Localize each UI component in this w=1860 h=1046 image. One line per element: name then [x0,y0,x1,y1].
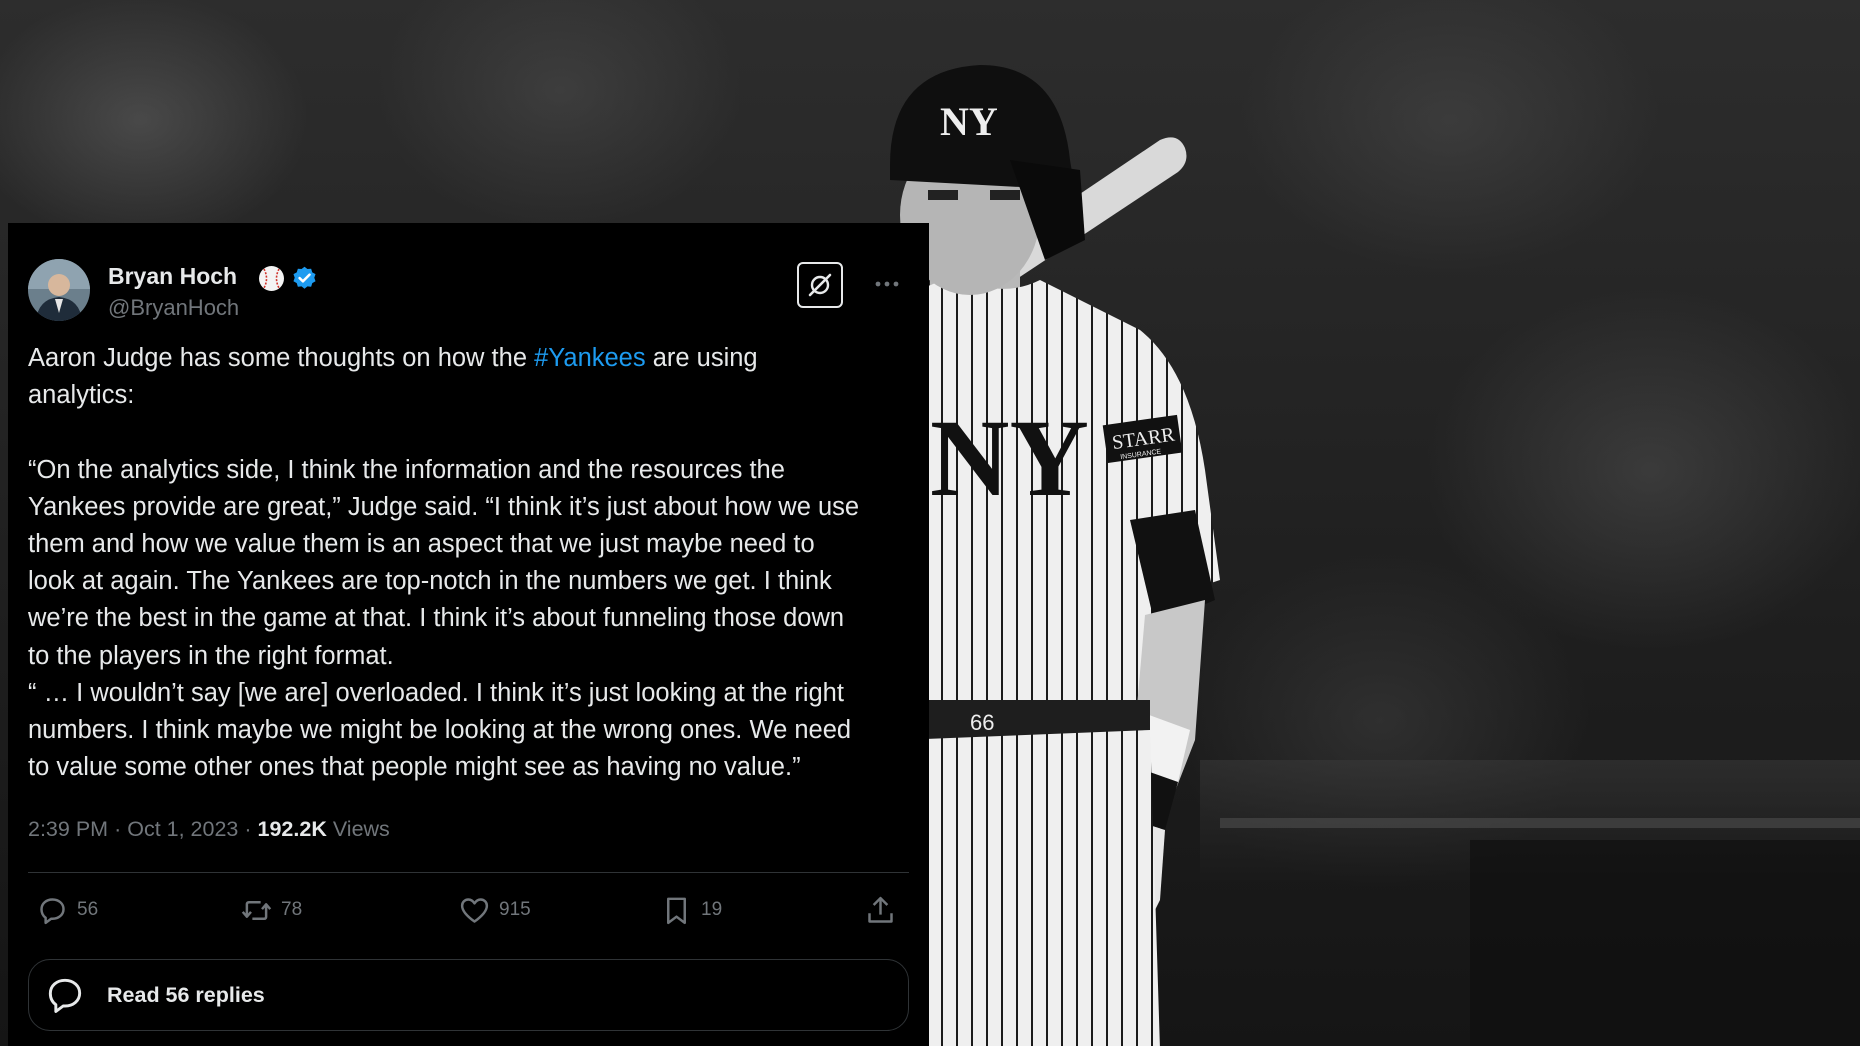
share-button[interactable] [864,891,905,929]
tweet-date[interactable]: Oct 1, 2023 [127,817,238,841]
share-icon [868,896,893,923]
tweet-card: Bryan Hoch @BryanHoch Aaron Judge has so… [8,223,929,1046]
author-handle[interactable]: @BryanHoch [108,295,239,321]
repost-count: 78 [281,899,303,920]
meta-separator: · [114,817,122,841]
repost-icon [241,900,272,920]
more-dots-icon [875,281,899,287]
belt-number-text: 66 [970,710,994,735]
tweet-text-intro: Aaron Judge has some thoughts on how the [28,344,535,372]
read-replies-button[interactable]: Read 56 replies [28,959,909,1031]
reply-button[interactable]: 56 [36,891,98,929]
meta-separator: · [244,817,252,841]
views-label[interactable]: Views [333,817,390,841]
background-rail [1220,818,1860,828]
bookmark-button[interactable]: 19 [660,891,722,929]
hashtag-link[interactable]: #Yankees [534,344,646,372]
grok-icon [808,273,832,297]
divider [28,872,909,873]
bookmark-icon [667,897,686,924]
tweet-actions: 56 78 915 19 [28,883,909,937]
verified-badge-icon [291,265,318,292]
svg-text:NY: NY [930,397,1089,519]
heart-icon [460,897,489,923]
tweet-meta: 2:39 PM · Oct 1, 2023 · 192.2K Views [28,817,390,842]
views-count[interactable]: 192.2K [258,817,327,841]
tweet-text-quote: “On the analytics side, I think the info… [28,455,860,782]
like-button[interactable]: 915 [458,891,531,929]
background-dugout [1470,840,1860,1046]
reply-count: 56 [77,899,99,920]
grok-button[interactable] [797,262,843,308]
baseball-icon [258,265,285,292]
tweet-text: Aaron Judge has some thoughts on how the… [28,340,918,786]
like-count: 915 [499,899,531,920]
repost-button[interactable]: 78 [240,891,302,929]
bookmark-count: 19 [701,899,723,920]
reply-icon [48,978,82,1013]
reply-icon [40,897,65,924]
read-replies-label: Read 56 replies [107,982,265,1007]
avatar-image [28,259,90,321]
tweet-time[interactable]: 2:39 PM [28,817,108,841]
tweet-header: Bryan Hoch @BryanHoch [28,259,909,325]
author-name[interactable]: Bryan Hoch [108,263,237,290]
avatar[interactable] [28,259,90,321]
more-options-button[interactable] [869,267,905,301]
svg-text:NY: NY [940,99,998,144]
